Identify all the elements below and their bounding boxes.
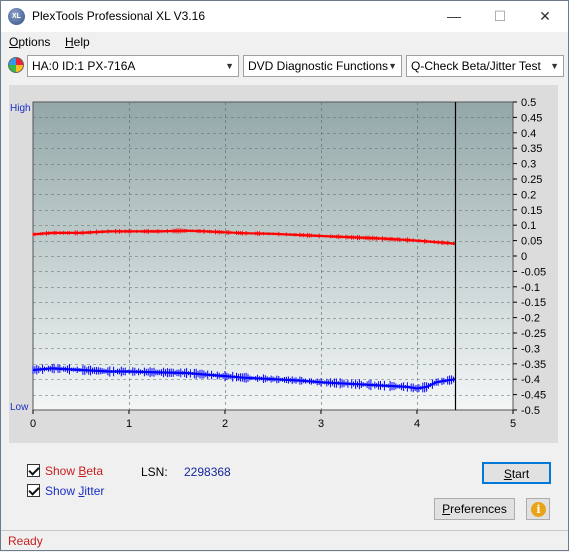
y-tick-label: 0.45	[521, 112, 542, 124]
y-tick-label: 0.35	[521, 143, 542, 155]
y-tick-label: -0.15	[521, 297, 546, 309]
y-tick-label: -0.4	[521, 374, 540, 386]
x-tick-label: 0	[30, 418, 36, 430]
y-tick-label: 0.25	[521, 174, 542, 186]
y-tick-label: 0.3	[521, 159, 536, 171]
y-tick-label: -0.25	[521, 328, 546, 340]
y-tick-label: 0.2	[521, 189, 536, 201]
app-window: XL PlexTools Professional XL V3.16 — ☐ ✕…	[0, 0, 569, 551]
y-tick-label: 0.1	[521, 220, 536, 232]
y-tick-label: -0.05	[521, 266, 546, 278]
y-tick-label: -0.1	[521, 282, 540, 294]
x-tick-label: 1	[126, 418, 132, 430]
show-jitter-checkbox[interactable]: Show Jitter	[27, 484, 104, 498]
preferences-button[interactable]: Preferences	[434, 498, 515, 520]
y-tick-label: -0.35	[521, 359, 546, 371]
y-tick-label: -0.3	[521, 343, 540, 355]
y-tick-label: 0.05	[521, 236, 542, 248]
y-tick-label: 0.5	[521, 97, 536, 109]
y-tick-label: -0.2	[521, 313, 540, 325]
start-button[interactable]: Start	[482, 462, 551, 484]
status-bar: Ready	[1, 530, 568, 550]
y-tick-label: -0.45	[521, 390, 546, 402]
show-jitter-label: Show Jitter	[45, 484, 105, 498]
lsn-label: LSN:	[141, 465, 168, 479]
y-tick-label: 0.4	[521, 128, 536, 140]
x-tick-label: 3	[318, 418, 324, 430]
x-tick-label: 2	[222, 418, 228, 430]
lsn-value: 2298368	[184, 465, 231, 479]
checkbox-checked-icon	[27, 464, 40, 477]
x-tick-label: 4	[414, 418, 420, 430]
status-text: Ready	[8, 534, 43, 548]
show-beta-checkbox[interactable]: Show Beta	[27, 464, 103, 478]
x-tick-label: 5	[510, 418, 516, 430]
info-icon: i	[531, 502, 546, 517]
y-tick-label: 0.15	[521, 205, 542, 217]
y-tick-label: 0	[521, 251, 527, 263]
checkbox-checked-icon	[27, 484, 40, 497]
info-button[interactable]: i	[526, 498, 550, 520]
show-beta-label: Show Beta	[45, 464, 104, 478]
y-tick-label: -0.5	[521, 405, 540, 417]
